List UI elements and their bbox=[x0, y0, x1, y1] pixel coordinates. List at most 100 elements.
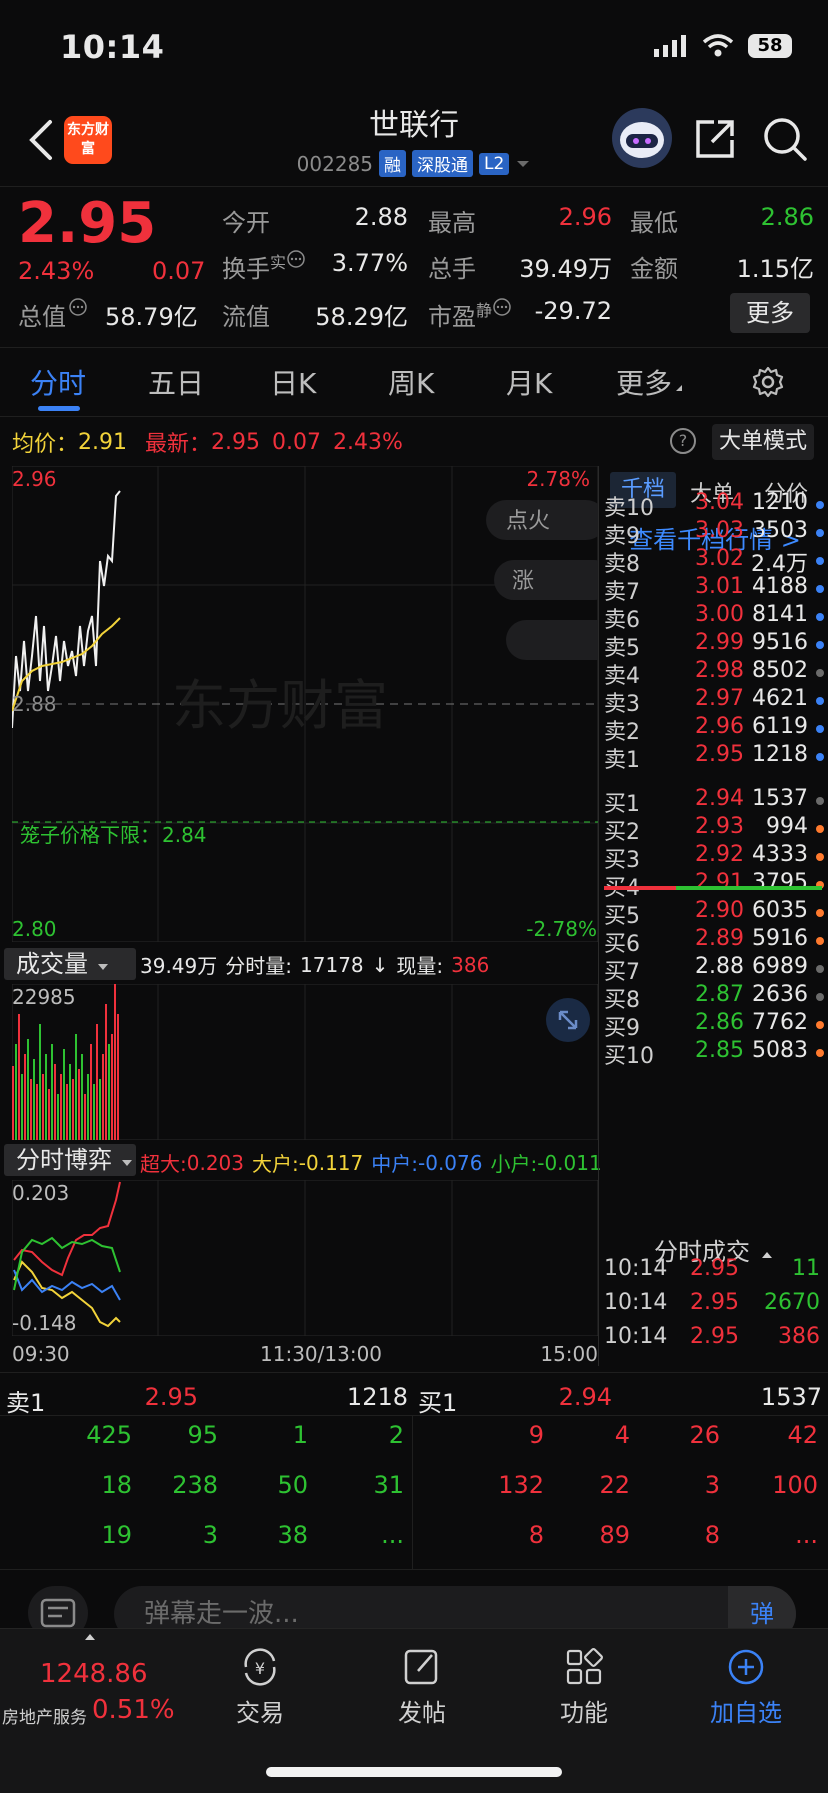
high-label: 最高 bbox=[428, 209, 476, 237]
capital-flow-chart[interactable]: 0.203 -0.148 bbox=[12, 1180, 598, 1336]
ask-price: 3.00 bbox=[695, 602, 744, 627]
ask-volume: 8141 bbox=[752, 602, 808, 627]
help-icon[interactable]: ? bbox=[670, 428, 696, 454]
sell-queue-cell: 19 bbox=[101, 1521, 132, 1549]
ask-indicator-dot bbox=[816, 501, 824, 509]
bid-price: 2.86 bbox=[695, 1010, 744, 1035]
queue-center-divider bbox=[412, 1415, 413, 1569]
tab-more[interactable]: 更多 bbox=[616, 362, 684, 402]
share-icon[interactable] bbox=[692, 116, 738, 162]
more-button[interactable]: 更多 bbox=[730, 293, 810, 333]
chart-watermark: 东方财富 bbox=[172, 674, 388, 737]
nav-functions[interactable]: 功能 bbox=[524, 1647, 644, 1728]
bid-indicator-dot bbox=[816, 797, 824, 805]
amount-label: 金额 bbox=[630, 255, 678, 283]
turnover-label[interactable]: 换手实 bbox=[222, 249, 306, 284]
time-midday: 11:30/13:00 bbox=[260, 1342, 383, 1366]
big-order-mode-button[interactable]: 大单模式 bbox=[712, 424, 814, 460]
search-icon[interactable] bbox=[762, 116, 808, 162]
ask-volume: 4188 bbox=[752, 574, 808, 599]
volume-indicator-select[interactable]: 成交量 bbox=[4, 948, 136, 980]
ask-indicator-dot bbox=[816, 557, 824, 565]
status-icons: 58 bbox=[654, 34, 792, 58]
intraday-price-chart[interactable]: 东方财富 点火 涨 2.96 2.78% 2.88 笼子价格下限： 2.84 2… bbox=[12, 466, 598, 942]
flow-indicator-select[interactable]: 分时博弈 bbox=[4, 1144, 136, 1176]
sell-queue-cell: 38 bbox=[277, 1521, 308, 1549]
bid-volume: 1537 bbox=[752, 786, 808, 811]
trade-time: 10:14 bbox=[604, 1256, 668, 1281]
tab-weekly-k[interactable]: 周K bbox=[388, 362, 434, 402]
tab-five-day[interactable]: 五日 bbox=[148, 362, 204, 402]
bid-volume: 6989 bbox=[752, 954, 808, 979]
ask-price: 3.04 bbox=[695, 490, 744, 515]
ask-indicator-dot bbox=[816, 669, 824, 677]
pe-label[interactable]: 市盈静 bbox=[428, 297, 512, 332]
svg-text:¥: ¥ bbox=[255, 1659, 265, 1678]
nav-trade[interactable]: ¥ 交易 bbox=[200, 1647, 320, 1728]
bottom-nav: 1248.86 房地产服务 0.51% ¥ 交易 发帖 功能 加自选 bbox=[0, 1628, 828, 1793]
bid-price: 2.89 bbox=[695, 926, 744, 951]
level1-queue: 卖1 2.95 1218 买1 2.94 1537 425 95 1 2 18 238 50… bbox=[0, 1372, 828, 1570]
more-info-icon bbox=[493, 298, 511, 316]
status-time: 10:14 bbox=[60, 28, 165, 66]
quote-summary: 2.95 2.43% 0.07 总值 58.79亿 今开 2.88 最高 2.9… bbox=[0, 186, 828, 348]
tab-monthly-k[interactable]: 月K bbox=[506, 362, 552, 402]
nav-post[interactable]: 发帖 bbox=[362, 1647, 482, 1728]
amount-value: 1.15亿 bbox=[736, 255, 814, 283]
expand-icon[interactable] bbox=[546, 998, 590, 1042]
ask-price: 3.03 bbox=[695, 518, 744, 543]
ask-volume: 4621 bbox=[752, 686, 808, 711]
nav-add-watchlist[interactable]: 加自选 bbox=[686, 1647, 806, 1728]
volume-label: 总手 bbox=[428, 255, 476, 283]
caret-down-icon bbox=[517, 160, 530, 167]
bid-row[interactable]: 买10 2.85 5083 bbox=[604, 1038, 824, 1070]
sell-queue-cell: 95 bbox=[187, 1421, 218, 1449]
bid-indicator-dot bbox=[816, 825, 824, 833]
buy1-price: 2.94 bbox=[558, 1383, 612, 1411]
ask-indicator-dot bbox=[816, 585, 824, 593]
ask-indicator-dot bbox=[816, 697, 824, 705]
ask-row[interactable]: 卖1 2.95 1218 bbox=[604, 742, 824, 774]
total-mv-label[interactable]: 总值 bbox=[18, 297, 88, 332]
bid-indicator-dot bbox=[816, 937, 824, 945]
queue-divider bbox=[0, 1415, 828, 1416]
signal-icon bbox=[654, 35, 686, 57]
price-axis-ref: 2.88 bbox=[12, 692, 57, 716]
price-info-line: 均价： 2.91 最新： 2.95 0.07 2.43% bbox=[12, 429, 403, 458]
price-axis-bottom: 2.80 bbox=[12, 917, 57, 941]
bid-indicator-dot bbox=[816, 909, 824, 917]
bid-volume: 4333 bbox=[752, 842, 808, 867]
flow-legend: 超大: 0.203 大户: -0.117 中户: -0.076 小户: -0.011 bbox=[140, 1150, 602, 1177]
tab-daily-k[interactable]: 日K bbox=[270, 362, 316, 402]
wifi-icon bbox=[702, 34, 734, 57]
bid-price: 2.92 bbox=[695, 842, 744, 867]
buy-queue-cell: 8 bbox=[528, 1521, 544, 1549]
bid-ask-ratio-bar bbox=[604, 886, 822, 890]
battery-icon: 58 bbox=[748, 34, 792, 58]
sell1-label: 卖1 bbox=[6, 1389, 46, 1417]
bid-level-label: 买10 bbox=[604, 1044, 654, 1069]
pe-value: -29.72 bbox=[534, 297, 612, 325]
ignite-button[interactable]: 点火 bbox=[506, 509, 550, 534]
assistant-robot-icon[interactable] bbox=[612, 108, 672, 168]
ask-volume: 3503 bbox=[752, 518, 808, 543]
sell-queue-cell: ... bbox=[381, 1521, 404, 1549]
more-info-icon bbox=[287, 250, 305, 268]
sell-queue-cell: 238 bbox=[172, 1471, 218, 1499]
sector-index[interactable]: 1248.86 房地产服务 0.51% bbox=[0, 1629, 175, 1739]
bid-indicator-dot bbox=[816, 1049, 824, 1057]
volume-bar-chart[interactable]: 22985 bbox=[12, 984, 598, 1140]
tab-intraday[interactable]: 分时 bbox=[30, 362, 86, 402]
float-mv-label: 流值 bbox=[222, 303, 270, 331]
high-value: 2.96 bbox=[558, 203, 612, 231]
buy-queue-cell: 100 bbox=[772, 1471, 818, 1499]
open-label: 今开 bbox=[222, 209, 270, 237]
ask-volume: 6119 bbox=[752, 714, 808, 739]
pct-axis-top: 2.78% bbox=[526, 467, 590, 491]
ask-price: 2.95 bbox=[695, 742, 744, 767]
ask-price: 2.99 bbox=[695, 630, 744, 655]
rise-button[interactable]: 涨 bbox=[512, 569, 534, 594]
bid-volume: 6035 bbox=[752, 898, 808, 923]
settings-gear-icon[interactable] bbox=[752, 366, 784, 398]
buy-queue-cell: 9 bbox=[528, 1421, 544, 1449]
